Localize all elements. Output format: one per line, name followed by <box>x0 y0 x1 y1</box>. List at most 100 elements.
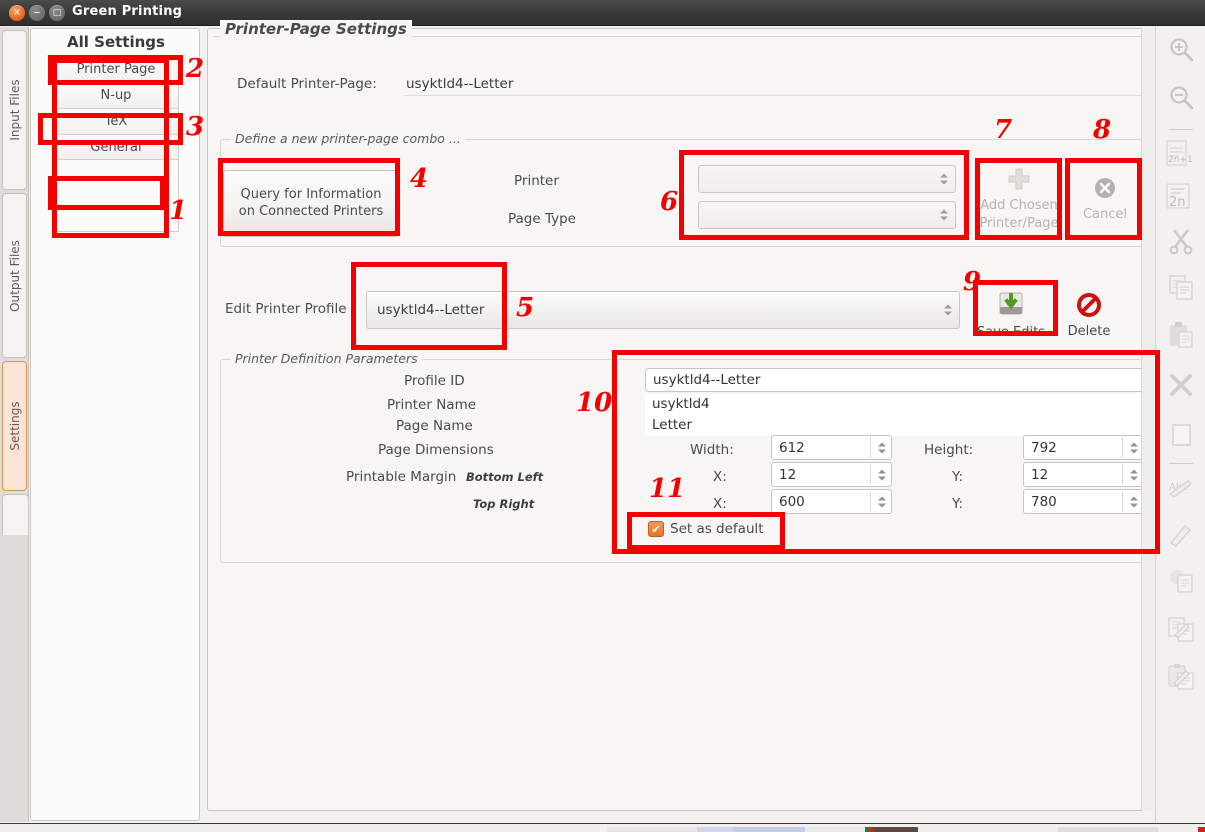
delete-x-icon[interactable] <box>1167 371 1195 399</box>
default-printer-page-underline <box>404 95 1144 96</box>
sidebar-item-label: N-up <box>100 88 132 103</box>
printer-select[interactable] <box>698 165 956 193</box>
printer-name-label: Printer Name <box>387 397 477 413</box>
top-right-y-value: 780 <box>1031 493 1057 510</box>
zoom-out-icon[interactable] <box>1167 83 1195 111</box>
page-name-value: Letter <box>652 417 693 433</box>
zoom-in-icon[interactable] <box>1167 35 1195 63</box>
query-button-line2: on Connected Printers <box>238 203 384 219</box>
top-right-label: Top Right <box>473 497 535 511</box>
application-window: × – □ Green Printing Input Files Output … <box>0 0 1205 832</box>
query-connected-printers-button[interactable]: Query for Information on Connected Print… <box>223 170 399 237</box>
spinner-arrows-icon[interactable] <box>1130 496 1138 507</box>
even-pages-label: 2n <box>1169 195 1186 210</box>
tab-input-files-label: Input Files <box>7 79 22 141</box>
page-type-label: Page Type <box>508 211 576 227</box>
checkbox-checked-icon: ✔ <box>648 521 664 537</box>
close-window-button[interactable]: × <box>9 5 25 21</box>
copy-annotation-icon[interactable] <box>1167 567 1195 595</box>
page-name-value-box: Letter <box>645 414 1150 436</box>
even-pages-icon[interactable]: 2n <box>1164 182 1198 210</box>
delete-button[interactable]: Delete <box>1051 287 1127 345</box>
height-label: Height: <box>924 442 974 458</box>
bottom-left-label: Bottom Left <box>466 470 544 484</box>
sidebar-item-printer-page[interactable]: Printer Page <box>53 56 179 82</box>
define-combo-legend: Define a new printer-page combo ... <box>231 131 465 146</box>
settings-list-empty-area <box>53 160 179 232</box>
spinner-arrows-icon[interactable] <box>878 442 886 453</box>
right-toolbar: 2n+1 2n <box>1155 27 1205 822</box>
default-printer-page-label: Default Printer-Page: <box>237 76 377 92</box>
sidebar-item-tex[interactable]: TeX <box>53 108 179 134</box>
width-spinner[interactable]: 612 <box>771 435 892 460</box>
page-dimensions-label: Page Dimensions <box>378 442 494 458</box>
spinner-arrows-icon[interactable] <box>878 496 886 507</box>
profile-id-label: Profile ID <box>404 373 465 389</box>
highlight-pen-icon[interactable] <box>1167 521 1195 549</box>
top-right-y-label: Y: <box>952 496 964 512</box>
sidebar-item-general[interactable]: General <box>53 134 179 160</box>
edit-printer-profile-select[interactable]: usyktld4--Letter <box>366 291 960 329</box>
add-button-line2: Printer/Page <box>979 215 1059 231</box>
tab-strip-stub <box>2 494 29 535</box>
clipboard-annotation-icon[interactable] <box>1167 663 1195 691</box>
printer-label: Printer <box>514 173 559 189</box>
cancel-button-label: Cancel <box>1082 207 1128 222</box>
paste-annotation-icon[interactable] <box>1167 615 1195 643</box>
set-as-default-checkbox[interactable]: ✔ Set as default <box>648 521 764 537</box>
spinner-arrows-icon[interactable] <box>1130 442 1138 453</box>
toolbar-separator <box>1169 129 1193 130</box>
delete-prohibited-icon <box>1076 292 1102 323</box>
chevron-updown-icon <box>940 173 948 185</box>
title-bar: × – □ Green Printing <box>0 0 1205 26</box>
minimize-window-button[interactable]: – <box>29 5 45 21</box>
top-right-y-spinner[interactable]: 780 <box>1023 489 1144 514</box>
vertical-tab-strip: Input Files Output Files Settings <box>0 27 29 822</box>
maximize-window-button[interactable]: □ <box>49 5 65 21</box>
top-right-x-spinner[interactable]: 600 <box>771 489 892 514</box>
bottom-left-y-label: Y: <box>952 469 964 485</box>
annotate-text-icon[interactable]: Abc <box>1167 475 1195 503</box>
profile-id-input[interactable]: usyktld4--Letter <box>645 368 1150 392</box>
set-as-default-label: Set as default <box>670 521 764 537</box>
cancel-button[interactable]: Cancel <box>1068 161 1142 237</box>
odd-pages-icon[interactable]: 2n+1 <box>1164 139 1198 167</box>
blank-page-icon[interactable] <box>1167 421 1195 449</box>
height-value: 792 <box>1031 439 1057 456</box>
page-type-select[interactable] <box>698 201 956 229</box>
bottom-left-y-spinner[interactable]: 12 <box>1023 462 1144 487</box>
sidebar-item-label: TeX <box>104 114 128 129</box>
add-chosen-printer-page-button[interactable]: Add Chosen Printer/Page <box>976 161 1062 237</box>
sidebar-item-n-up[interactable]: N-up <box>53 82 179 108</box>
bottom-left-x-spinner[interactable]: 12 <box>771 462 892 487</box>
height-spinner[interactable]: 792 <box>1023 435 1144 460</box>
sidebar-item-label: Printer Page <box>76 62 156 77</box>
window-title: Green Printing <box>72 4 183 19</box>
save-edits-button[interactable]: Save Edits <box>973 287 1049 345</box>
default-printer-page-value: usyktld4--Letter <box>406 76 514 92</box>
main-panel-scrollbar[interactable] <box>1141 28 1153 811</box>
page-name-label: Page Name <box>396 418 473 434</box>
save-disk-icon <box>997 291 1025 323</box>
tab-output-files-label: Output Files <box>7 239 22 312</box>
edit-printer-profile-label: Edit Printer Profile <box>225 301 347 317</box>
width-value: 612 <box>779 439 805 456</box>
paste-icon[interactable] <box>1167 321 1195 349</box>
printable-margin-label: Printable Margin <box>346 469 457 485</box>
tab-output-files[interactable]: Output Files <box>2 193 27 358</box>
spinner-arrows-icon[interactable] <box>1130 469 1138 480</box>
copy-icon[interactable] <box>1167 273 1195 301</box>
sidebar-title: All Settings <box>67 33 165 51</box>
spinner-arrows-icon[interactable] <box>878 469 886 480</box>
desktop-taskbar[interactable] <box>0 823 1205 832</box>
toolbar-separator <box>1169 463 1193 464</box>
cut-icon[interactable] <box>1167 227 1195 255</box>
tab-settings[interactable]: Settings <box>2 361 27 491</box>
bottom-left-y-value: 12 <box>1031 466 1049 483</box>
printer-name-value-box: usyktld4 <box>645 394 1150 414</box>
tab-input-files[interactable]: Input Files <box>2 30 27 190</box>
bottom-left-x-value: 12 <box>779 466 797 483</box>
printer-name-value: usyktld4 <box>652 396 710 412</box>
settings-sidebar: All Settings Printer Page N-up TeX Gener… <box>30 28 200 821</box>
settings-list: Printer Page N-up TeX General <box>53 56 179 160</box>
